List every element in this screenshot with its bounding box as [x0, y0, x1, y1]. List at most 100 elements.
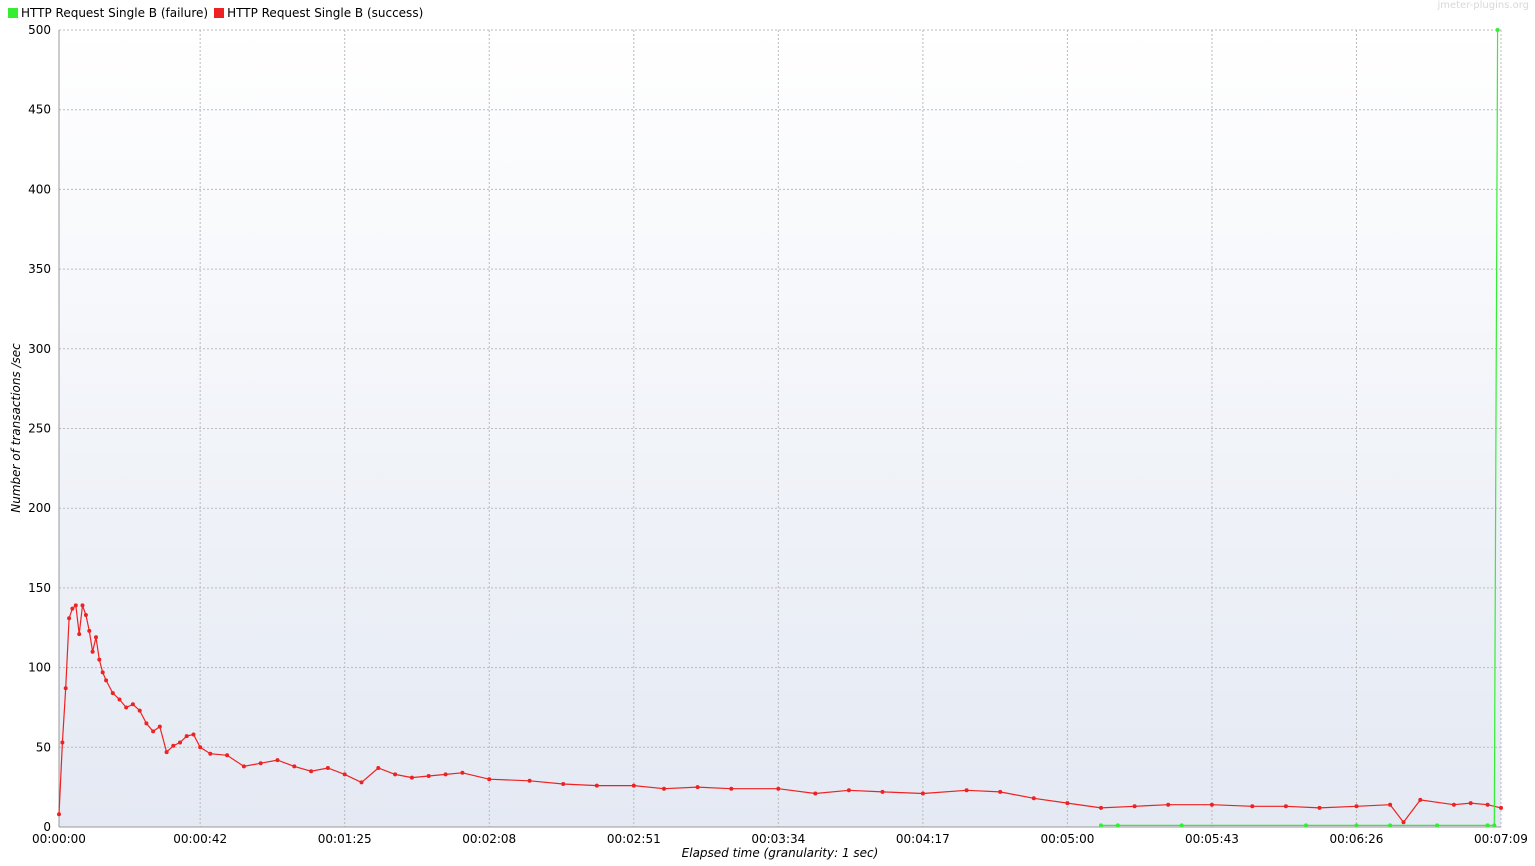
- transactions-chart: 050100150200250300350400450500 00:00:00 0…: [9, 23, 1528, 860]
- data-point: [342, 772, 347, 777]
- legend: HTTP Request Single B (failure) HTTP Req…: [8, 5, 423, 21]
- data-point: [241, 764, 246, 769]
- legend-failure-label: HTTP Request Single B (failure): [21, 6, 209, 20]
- data-point: [67, 616, 72, 621]
- x-tick-label: 00:00:00: [32, 832, 86, 846]
- data-point: [164, 750, 169, 755]
- data-point: [70, 606, 75, 611]
- data-point: [184, 734, 189, 739]
- y-tick-label: 500: [28, 23, 51, 37]
- x-axis-label: Elapsed time (granularity: 1 sec): [682, 846, 879, 860]
- x-tick-label: 00:02:08: [462, 832, 516, 846]
- x-tick-label: 00:01:25: [318, 832, 372, 846]
- data-point: [1451, 802, 1456, 807]
- data-point: [73, 603, 78, 608]
- data-point: [104, 678, 109, 683]
- data-point: [487, 777, 492, 782]
- data-point: [258, 761, 263, 766]
- data-point: [137, 708, 142, 713]
- x-tick-label: 00:05:00: [1040, 832, 1094, 846]
- legend-item-failure: HTTP Request Single B (failure): [8, 6, 208, 20]
- x-axis: 00:00:00 00:00:42 00:01:25 00:02:08 00:02:51…: [32, 832, 1528, 846]
- data-point: [130, 702, 135, 707]
- data-point: [1031, 796, 1036, 801]
- data-point: [527, 778, 532, 783]
- success-swatch-icon: [214, 8, 225, 18]
- data-point: [846, 788, 851, 793]
- data-point: [309, 769, 314, 774]
- data-point: [1435, 823, 1440, 828]
- data-point: [87, 628, 92, 633]
- data-point: [594, 783, 599, 788]
- data-point: [1485, 802, 1490, 807]
- data-point: [1065, 801, 1070, 806]
- x-tick-label: 00:03:34: [751, 832, 805, 846]
- data-point: [359, 780, 364, 785]
- data-point: [1179, 823, 1184, 828]
- data-point: [1499, 805, 1503, 810]
- data-point: [1388, 802, 1393, 807]
- data-point: [1283, 804, 1288, 809]
- legend-item-success: HTTP Request Single B (success): [214, 6, 423, 20]
- data-point: [208, 751, 213, 756]
- data-point: [1250, 804, 1255, 809]
- data-point: [1209, 802, 1214, 807]
- data-point: [1485, 823, 1490, 828]
- data-point: [561, 782, 566, 786]
- y-axis-label: Number of transactions /sec: [9, 343, 23, 513]
- data-point: [460, 770, 465, 775]
- data-point: [157, 724, 162, 729]
- data-point: [1304, 823, 1308, 828]
- data-point: [1317, 805, 1322, 810]
- data-point: [1354, 823, 1359, 828]
- data-point: [275, 758, 280, 763]
- y-tick-label: 450: [28, 103, 51, 117]
- data-point: [631, 783, 636, 788]
- data-point: [80, 603, 85, 608]
- data-point: [191, 732, 196, 737]
- data-point: [144, 721, 149, 726]
- data-point: [94, 635, 98, 640]
- y-tick-label: 150: [28, 581, 51, 595]
- data-point: [443, 772, 448, 777]
- y-tick-label: 350: [28, 262, 51, 276]
- data-point: [729, 786, 734, 791]
- data-point: [426, 774, 431, 778]
- data-point: [1401, 820, 1406, 825]
- y-tick-label: 400: [28, 182, 51, 196]
- x-tick-label: 00:04:17: [896, 832, 950, 846]
- data-point: [1166, 802, 1171, 807]
- x-tick-label: 00:00:42: [173, 832, 227, 846]
- data-point: [1418, 797, 1423, 802]
- data-point: [151, 729, 156, 734]
- failure-swatch-icon: [8, 8, 18, 18]
- x-tick-label: 00:07:09: [1474, 832, 1528, 846]
- data-point: [964, 788, 969, 793]
- data-point: [325, 766, 330, 770]
- data-point: [695, 785, 700, 790]
- data-point: [880, 789, 885, 794]
- data-point: [813, 791, 818, 796]
- data-point: [124, 705, 129, 710]
- data-point: [1388, 823, 1393, 828]
- data-point: [110, 691, 115, 696]
- data-point: [97, 657, 102, 662]
- data-point: [1492, 823, 1497, 828]
- data-point: [77, 632, 82, 637]
- data-point: [776, 786, 781, 791]
- data-point: [1495, 28, 1500, 32]
- data-point: [376, 766, 381, 770]
- data-point: [63, 686, 68, 691]
- data-point: [198, 745, 203, 750]
- data-point: [57, 812, 61, 817]
- watermark: jmeter-plugins.org: [1437, 0, 1529, 11]
- data-point: [1099, 805, 1103, 810]
- y-axis: 050100150200250300350400450500: [28, 23, 51, 834]
- x-tick-label: 00:02:51: [607, 832, 661, 846]
- data-point: [178, 740, 182, 745]
- legend-success-label: HTTP Request Single B (success): [227, 6, 424, 20]
- data-point: [409, 775, 414, 780]
- data-point: [1354, 804, 1359, 809]
- x-tick-label: 00:05:43: [1185, 832, 1239, 846]
- data-point: [60, 740, 65, 745]
